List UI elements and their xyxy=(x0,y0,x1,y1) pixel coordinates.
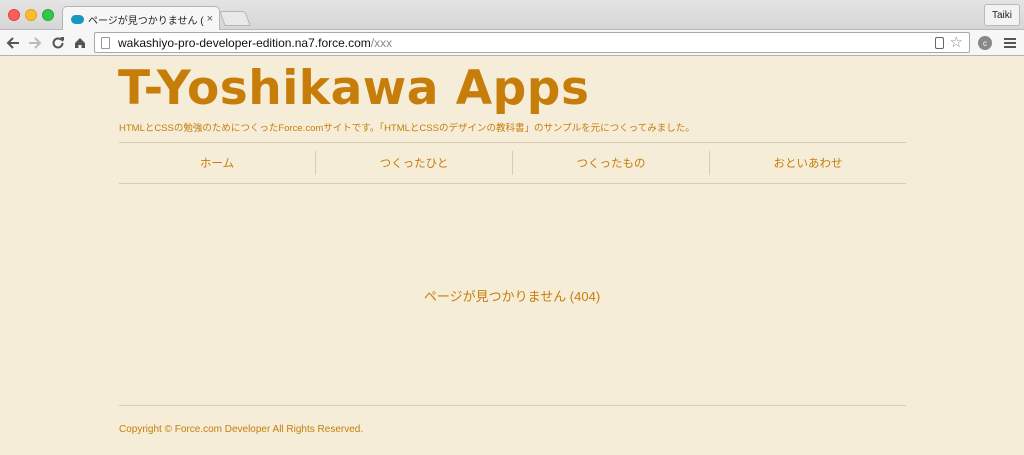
new-tab-button[interactable] xyxy=(219,11,251,26)
hamburger-menu-icon[interactable] xyxy=(1004,38,1016,50)
footer-divider xyxy=(119,405,906,406)
home-icon[interactable] xyxy=(71,34,89,52)
browser-tab-bar: ページが見つかりません (404) × Taiki xyxy=(0,0,1024,31)
arrow-right-icon[interactable] xyxy=(26,34,44,52)
tab-title: ページが見つかりません (404) xyxy=(88,15,204,27)
arrow-left-icon[interactable] xyxy=(4,34,22,52)
copyright-text: Copyright © Force.com Developer All Righ… xyxy=(119,424,364,435)
nav-item-creator[interactable]: つくったひと xyxy=(316,151,513,175)
address-bar[interactable]: wakashiyo-pro-developer-edition.na7.forc… xyxy=(94,32,970,53)
salesforce-cloud-icon xyxy=(71,14,84,24)
maximize-window-button[interactable] xyxy=(42,9,54,21)
tab-close-icon[interactable]: × xyxy=(207,13,213,25)
page-icon xyxy=(101,36,110,49)
nav-item-works[interactable]: つくったもの xyxy=(513,151,710,175)
url-text[interactable]: wakashiyo-pro-developer-edition.na7.forc… xyxy=(118,36,935,50)
main-nav: ホーム つくったひと つくったもの おといあわせ xyxy=(119,142,906,184)
extension-icon[interactable]: c xyxy=(978,36,992,50)
browser-tab[interactable]: ページが見つかりません (404) × xyxy=(62,6,220,31)
nav-item-home[interactable]: ホーム xyxy=(119,151,316,175)
nav-item-contact[interactable]: おといあわせ xyxy=(710,151,906,175)
site-title[interactable]: T-Yoshikawa Apps xyxy=(118,61,589,117)
tablet-icon[interactable] xyxy=(934,36,944,49)
not-found-message: ページが見つかりません (404) xyxy=(423,289,601,304)
close-window-button[interactable] xyxy=(8,9,20,21)
reload-icon[interactable] xyxy=(49,34,67,52)
profile-button[interactable]: Taiki xyxy=(983,4,1020,26)
site-description: HTMLとCSSの勉強のためにつくったForce.comサイトです。「HTMLと… xyxy=(119,123,695,134)
minimize-window-button[interactable] xyxy=(25,9,37,21)
star-icon[interactable]: ☆ xyxy=(950,35,963,50)
page-content: T-Yoshikawa Apps HTMLとCSSの勉強のためにつくったForc… xyxy=(0,57,1024,455)
browser-toolbar: wakashiyo-pro-developer-edition.na7.forc… xyxy=(0,30,1024,56)
